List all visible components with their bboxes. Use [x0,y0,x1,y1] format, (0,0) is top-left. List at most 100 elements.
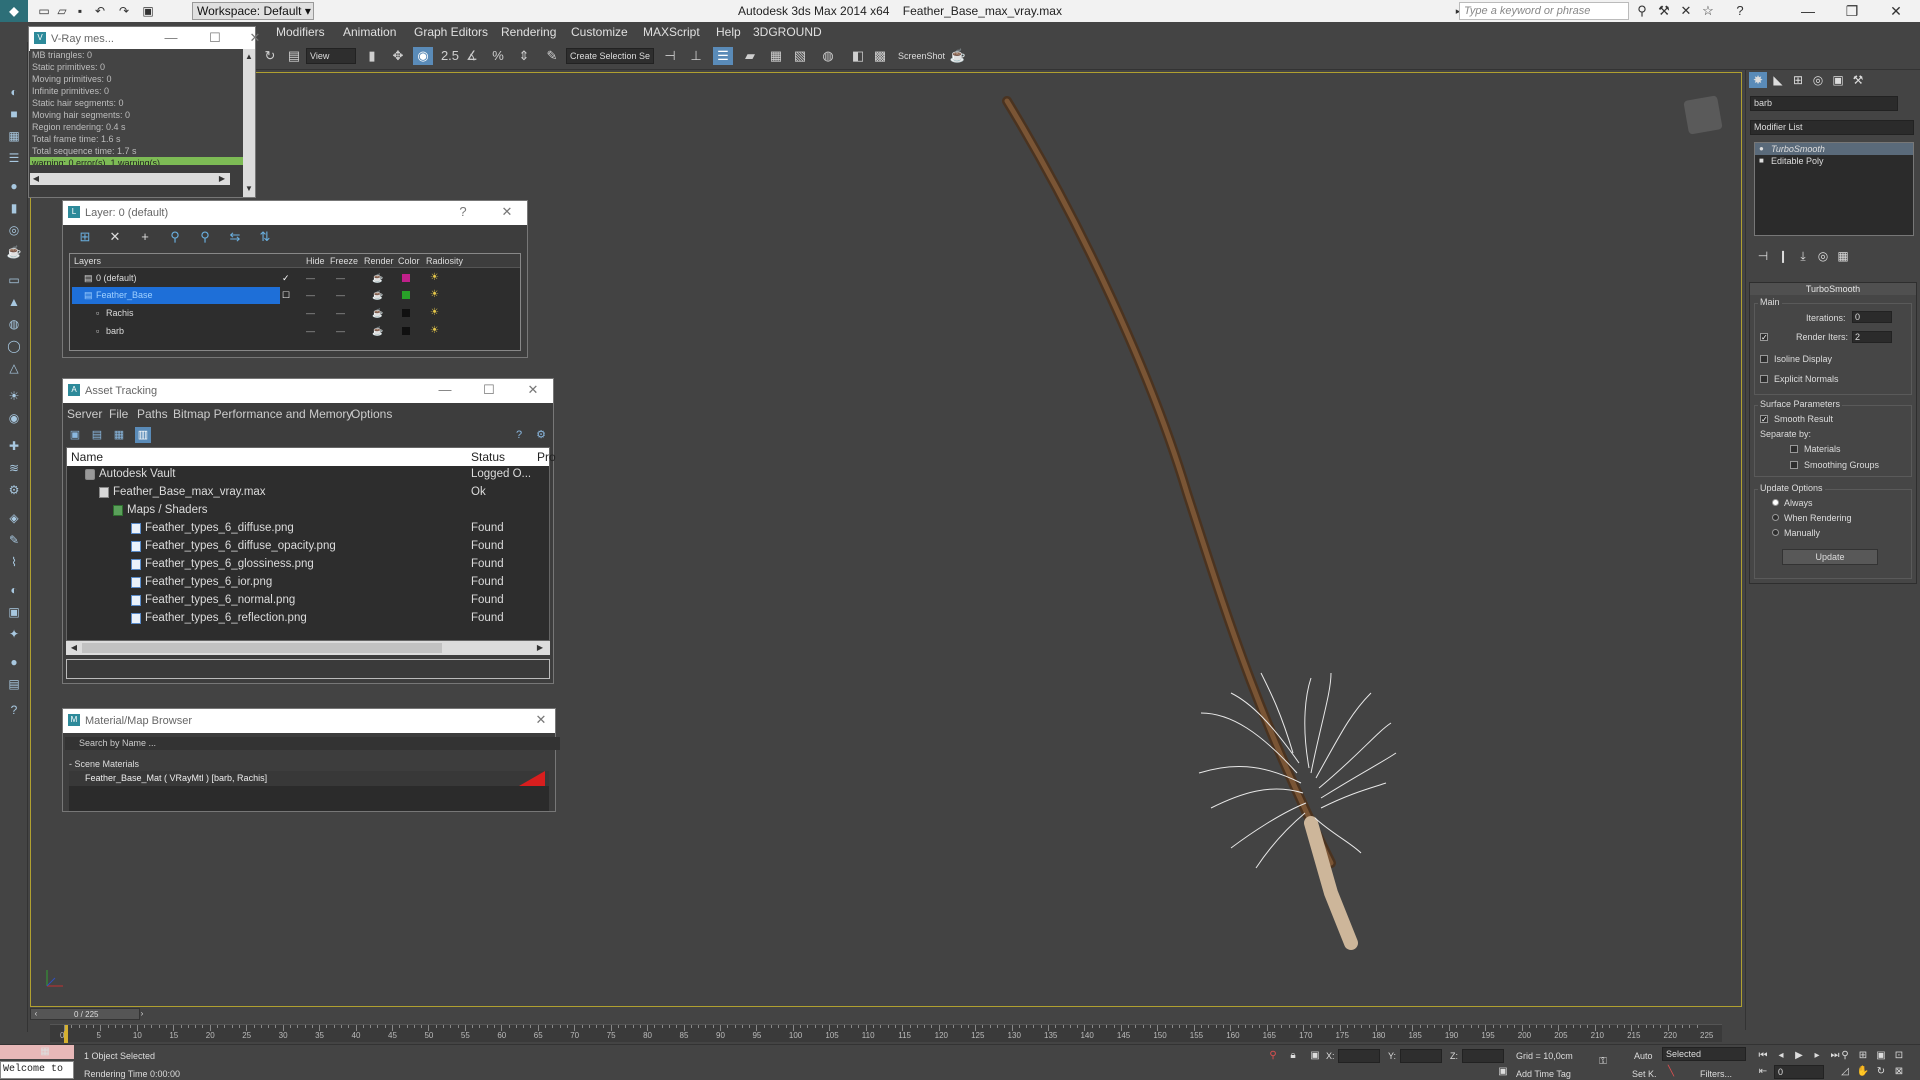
time-slider[interactable]: 0 / 225 [30,1008,140,1020]
next-frame-icon[interactable]: › [136,1008,148,1020]
tool-system-icon[interactable]: ⚙ [5,482,23,498]
isoline-display-checkbox[interactable] [1760,355,1768,363]
mirror-icon[interactable]: ⊣ [660,47,680,65]
tool-select-icon[interactable]: ◐ [5,84,23,100]
auto-key-button[interactable]: Auto [1634,1051,1653,1061]
layer-row[interactable]: ▫ barb — — ☕ ☀ [70,323,520,340]
horizontal-scrollbar[interactable]: ◀ ▶ [66,641,550,655]
redo-icon[interactable]: ↷ [116,3,132,19]
modify-tab-icon[interactable]: ◣ [1769,72,1787,88]
scale-icon[interactable]: ▤ [284,47,304,65]
radiosity-icon[interactable]: ☀ [430,272,439,283]
minimize-icon[interactable]: — [437,382,453,398]
scroll-left-icon[interactable]: ◀ [30,173,42,185]
zoom-all-icon[interactable]: ⊞ [1856,1049,1870,1063]
x-coordinate-field[interactable] [1338,1049,1380,1063]
favorites-star-icon[interactable]: ☆ [1700,3,1716,19]
tree-view-icon[interactable]: ▥ [135,427,151,443]
graphite-tools-icon[interactable]: ▰ [740,47,760,65]
set-key-button[interactable]: Set K. [1632,1069,1657,1079]
layer-name[interactable]: Feather_Base [96,290,153,300]
list-view-icon[interactable]: ▤ [89,427,105,443]
menu-help[interactable]: Help [716,25,741,39]
tool-script-icon[interactable]: ✦ [5,626,23,642]
help-icon[interactable]: ? [1732,3,1748,19]
reference-coordinate-dropdown[interactable]: View [306,48,356,64]
percent-snap-icon[interactable]: % [488,47,508,65]
rotate-icon[interactable]: ↻ [260,47,280,65]
material-search-input[interactable]: Search by Name ... [65,737,560,750]
freeze-all-icon[interactable]: ⇅ [257,229,273,245]
explicit-normals-checkbox[interactable] [1760,375,1768,383]
play-icon[interactable]: ▶ [1792,1049,1806,1063]
expand-icon[interactable]: ■ [1759,157,1767,165]
pin-stack-icon[interactable]: ⊣ [1754,248,1772,264]
menu-animation[interactable]: Animation [343,25,396,39]
previous-key-icon[interactable]: ◂ [1774,1049,1788,1063]
workspace-dropdown[interactable]: Workspace: Default ▾ [192,2,314,20]
configure-sets-icon[interactable]: ▦ [1834,248,1852,264]
snaps-toggle-icon[interactable]: 2.5 [440,47,460,65]
vertical-scrollbar[interactable]: ▲ ▼ [243,49,255,197]
snap-icon[interactable]: ◉ [413,47,433,65]
orbit-icon[interactable]: ↻ [1874,1065,1888,1079]
highlight-layer-icon[interactable]: ⚲ [197,229,213,245]
radiosity-icon[interactable]: ☀ [430,289,439,300]
tool-torus-icon[interactable]: ◎ [5,222,23,238]
layer-name[interactable]: barb [106,326,124,336]
hide-toggle[interactable]: — [306,273,315,283]
menu-maxscript[interactable]: MAXScript [643,25,700,39]
horizontal-scrollbar[interactable]: ◀ ▶ [30,173,230,185]
tool-camera-icon[interactable]: ◉ [5,410,23,426]
render-teapot-icon[interactable]: ☕ [372,290,383,301]
tool-vray-icon[interactable]: ◈ [5,510,23,526]
update-button[interactable]: Update [1782,549,1878,565]
column-proxy[interactable]: Pro [537,450,556,464]
teapot-render-icon[interactable]: ☕ [948,47,968,65]
display-tab-icon[interactable]: ▣ [1829,72,1847,88]
next-key-icon[interactable]: ▸ [1810,1049,1824,1063]
z-coordinate-field[interactable] [1462,1049,1504,1063]
tool-geosphere-icon[interactable]: ◍ [5,316,23,332]
tool-box-icon[interactable]: ■ [5,106,23,122]
menu-modifiers[interactable]: Modifiers [276,25,325,39]
pivot-icon[interactable]: ▮ [362,47,382,65]
refresh-icon[interactable]: ▣ [67,427,83,443]
angle-snap-icon[interactable]: ∡ [462,47,482,65]
column-name[interactable]: Name [71,450,103,464]
close-window-icon[interactable]: ✕ [1874,0,1918,22]
layer-name[interactable]: Rachis [106,308,134,318]
table-row[interactable]: Feather_types_6_diffuse_opacity.png Found [67,538,549,556]
tool-teapot-icon[interactable]: ☕ [5,244,23,260]
radiosity-icon[interactable]: ☀ [430,325,439,336]
zoom-extents-icon[interactable]: ▣ [1874,1049,1888,1063]
materials-checkbox[interactable] [1790,445,1798,453]
freeze-toggle[interactable]: — [336,290,345,300]
menu-bitmap-performance[interactable]: Bitmap Performance and Memory [173,407,352,421]
rendered-frame-icon[interactable]: ▩ [870,47,890,65]
add-to-layer-icon[interactable]: + [137,229,153,245]
layer-color-swatch[interactable] [402,274,410,282]
tool-sphere-icon[interactable]: ● [5,178,23,194]
tool-paint-icon[interactable]: ✎ [5,532,23,548]
key-icon[interactable]: ⚿ [1596,1055,1610,1069]
smooth-result-checkbox[interactable]: ✓ [1760,415,1768,424]
make-unique-icon[interactable]: ⤓ [1794,248,1812,264]
set-key-icon[interactable]: ╲ [1664,1065,1678,1079]
subscription-icon[interactable]: ⚒ [1656,3,1672,19]
menu-3dground[interactable]: 3DGROUND [753,25,822,39]
hide-toggle[interactable]: — [306,290,315,300]
key-filter-dropdown[interactable]: Selected [1662,1047,1746,1061]
menu-file[interactable]: File [109,407,128,421]
tool-render-icon[interactable]: ● [5,654,23,670]
help-icon[interactable]: ? [511,427,527,443]
app-logo-icon[interactable]: ◆ [0,0,28,22]
rollout-title[interactable]: TurboSmooth [1750,283,1916,295]
tool-plane-icon[interactable]: ▭ [5,272,23,288]
modifier-list-dropdown[interactable]: Modifier List [1750,120,1914,135]
menu-server[interactable]: Server [67,407,102,421]
menu-customize[interactable]: Customize [571,25,628,39]
new-file-icon[interactable]: ▭ [36,3,52,19]
asset-path-field[interactable] [66,659,550,679]
minimize-icon[interactable]: — [163,30,179,46]
